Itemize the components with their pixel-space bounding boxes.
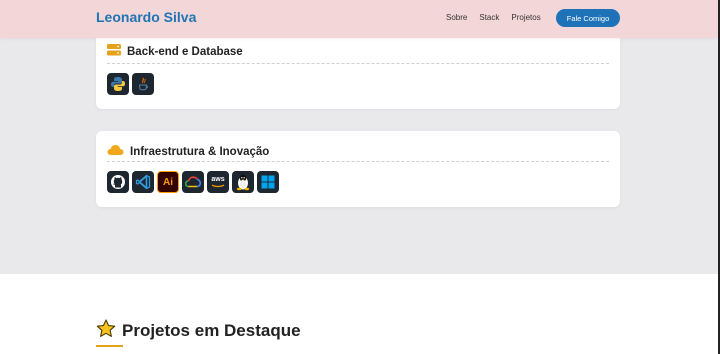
infra-card: Infraestrutura & Inovação Ai aws (96, 131, 620, 207)
aws-icon-label: aws (211, 176, 225, 183)
divider (107, 161, 609, 162)
java-icon (132, 73, 154, 95)
github-icon (107, 171, 129, 193)
backend-tech-list (107, 73, 154, 95)
linux-icon (232, 171, 254, 193)
nav-links: Sobre Stack Projetos (446, 13, 553, 22)
divider (107, 63, 609, 64)
server-icon (107, 43, 121, 61)
nav-link-sobre[interactable]: Sobre (446, 13, 467, 22)
infra-tech-list: Ai aws (107, 171, 279, 193)
brand-logo[interactable]: Leonardo Silva (96, 9, 196, 25)
nav-link-stack[interactable]: Stack (479, 13, 499, 22)
infra-card-title: Infraestrutura & Inovação (130, 146, 270, 158)
star-icon (96, 319, 116, 343)
cloud-icon (107, 143, 124, 161)
top-navbar: Leonardo Silva Sobre Stack Projetos Fale… (0, 0, 718, 38)
illustrator-icon: Ai (157, 171, 179, 193)
nav-link-projetos[interactable]: Projetos (511, 13, 540, 22)
projects-title-underline (96, 345, 123, 347)
projects-title: Projetos em Destaque (122, 321, 301, 340)
contact-button[interactable]: Fale Comigo (556, 9, 620, 27)
aws-icon: aws (207, 171, 229, 193)
projects-header: Projetos em Destaque (96, 319, 301, 343)
google-cloud-icon (182, 171, 204, 193)
vscode-icon (132, 171, 154, 193)
python-icon (107, 73, 129, 95)
backend-card-title: Back-end e Database (127, 46, 243, 58)
infra-card-header: Infraestrutura & Inovação (107, 143, 269, 161)
backend-card-header: Back-end e Database (107, 43, 243, 61)
illustrator-icon-label: Ai (163, 176, 173, 188)
windows-icon (257, 171, 279, 193)
backend-card: Back-end e Database (96, 30, 620, 109)
